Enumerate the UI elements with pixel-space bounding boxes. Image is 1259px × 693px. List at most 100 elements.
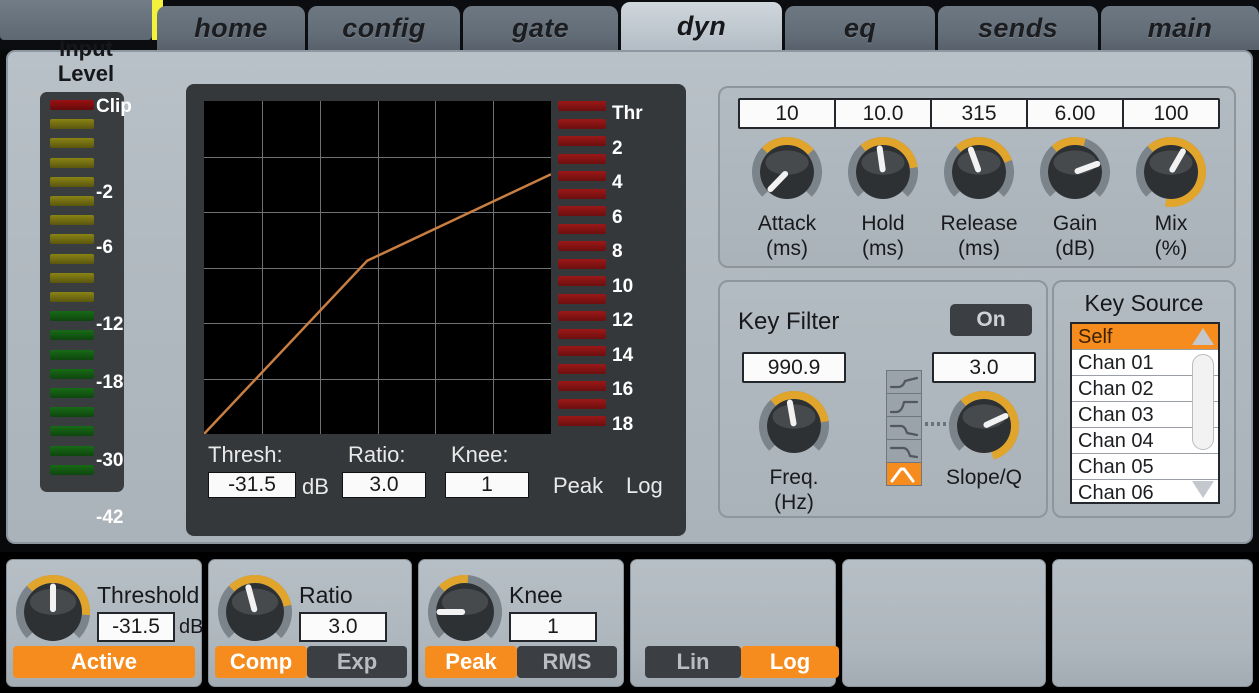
gr-meter-segment bbox=[558, 136, 606, 146]
meter-segment bbox=[50, 350, 94, 360]
dyn-value-release[interactable]: 315 bbox=[930, 98, 1028, 129]
gr-meter-segment bbox=[558, 259, 606, 269]
gr-meter-label: 12 bbox=[612, 310, 633, 332]
meter-scale-label: -18 bbox=[96, 372, 123, 394]
key-slope-label: Slope/Q bbox=[932, 465, 1036, 490]
bottom-cell-empty-5 bbox=[1052, 559, 1253, 687]
gr-meter-segment bbox=[558, 241, 606, 251]
knee-field[interactable]: 1 bbox=[445, 472, 529, 498]
tab-dyn-label: dyn bbox=[677, 11, 726, 42]
gr-meter-segment bbox=[558, 346, 606, 356]
key-slope-knob[interactable] bbox=[948, 390, 1020, 462]
knob-release[interactable] bbox=[943, 136, 1015, 208]
tab-gate[interactable]: gate bbox=[463, 6, 618, 50]
tab-dyn[interactable]: dyn bbox=[621, 2, 782, 50]
key-slope-value[interactable]: 3.0 bbox=[932, 352, 1036, 383]
dyn-label-gain: Gain(dB) bbox=[1026, 211, 1124, 261]
scrollbar-thumb[interactable] bbox=[1192, 354, 1214, 450]
meter-scale-label: Clip bbox=[96, 96, 132, 118]
scroll-down-arrow-icon[interactable] bbox=[1192, 481, 1214, 498]
bottom-knob-threshold[interactable] bbox=[15, 574, 91, 650]
scroll-up-arrow-icon[interactable] bbox=[1192, 328, 1214, 345]
transfer-curve-plot[interactable] bbox=[204, 101, 551, 434]
key-filter-on-button[interactable]: On bbox=[950, 304, 1032, 336]
toggle-lin[interactable]: Lin bbox=[645, 646, 741, 678]
label-line2: (%) bbox=[1122, 236, 1220, 261]
tab-main[interactable]: main bbox=[1101, 6, 1259, 50]
bottom-value-ratio[interactable]: 3.0 bbox=[299, 612, 387, 642]
knob-gain[interactable] bbox=[1039, 136, 1111, 208]
key-source-scrollbar[interactable] bbox=[1190, 326, 1216, 500]
tab-home[interactable]: home bbox=[157, 6, 305, 50]
meter-segment bbox=[50, 177, 94, 187]
gr-meter-segment bbox=[558, 101, 606, 111]
bottom-knob-ratio[interactable] bbox=[217, 574, 293, 650]
filter-shape-low-shelf-icon[interactable] bbox=[887, 371, 921, 394]
filter-shape-low-pass-icon[interactable] bbox=[887, 440, 921, 463]
gr-meter-segment bbox=[558, 381, 606, 391]
knob-attack[interactable] bbox=[751, 136, 823, 208]
toggle-exp[interactable]: Exp bbox=[307, 646, 407, 678]
filter-shape-selector[interactable] bbox=[886, 370, 922, 486]
meter-segment bbox=[50, 215, 94, 225]
key-source-list[interactable]: SelfChan 01Chan 02Chan 03Chan 04Chan 05C… bbox=[1070, 322, 1220, 504]
knob-hold[interactable] bbox=[847, 136, 919, 208]
bottom-knob-knee[interactable] bbox=[427, 574, 503, 650]
gr-meter-label: 6 bbox=[612, 207, 623, 229]
gr-meter-label: 18 bbox=[612, 414, 633, 436]
detector-mode-label[interactable]: Peak bbox=[553, 473, 603, 499]
gr-meter-label: Thr bbox=[612, 103, 643, 125]
label-line2: (dB) bbox=[1026, 236, 1124, 261]
tab-eq[interactable]: eq bbox=[785, 6, 935, 50]
bottom-value-knee[interactable]: 1 bbox=[509, 612, 597, 642]
gr-meter-segment bbox=[558, 119, 606, 129]
scale-mode-label[interactable]: Log bbox=[626, 473, 663, 499]
bottom-title-ratio: Ratio bbox=[299, 582, 353, 609]
meter-scale-label: -30 bbox=[96, 450, 123, 472]
dyn-knob-mix: 100Mix(%) bbox=[1122, 98, 1220, 261]
meter-segment bbox=[50, 465, 94, 475]
key-filter-group: Key Filter On 990.9 Freq. (Hz) 3.0 Slope… bbox=[718, 280, 1048, 518]
tab-config[interactable]: config bbox=[308, 6, 460, 50]
tab-bar: home config gate dyn eq sends main bbox=[0, 0, 1259, 50]
gr-meter-segment bbox=[558, 329, 606, 339]
mixer-channel-screen: home config gate dyn eq sends main Input… bbox=[0, 0, 1259, 693]
gr-meter-segment bbox=[558, 399, 606, 409]
dyn-value-mix[interactable]: 100 bbox=[1122, 98, 1220, 129]
filter-shape-high-pass-icon[interactable] bbox=[887, 394, 921, 417]
bottom-cell-empty-4 bbox=[842, 559, 1046, 687]
toggle-active[interactable]: Active bbox=[13, 646, 195, 678]
dyn-value-gain[interactable]: 6.00 bbox=[1026, 98, 1124, 129]
dyn-value-attack[interactable]: 10 bbox=[738, 98, 836, 129]
bottom-toggle-group: PeakRMS bbox=[425, 646, 617, 678]
knob-mix[interactable] bbox=[1135, 136, 1207, 208]
meter-segment bbox=[50, 273, 94, 283]
toggle-comp[interactable]: Comp bbox=[215, 646, 307, 678]
key-freq-knob[interactable] bbox=[758, 390, 830, 462]
ratio-field[interactable]: 3.0 bbox=[342, 472, 426, 498]
filter-shape-band-peak-icon[interactable] bbox=[887, 463, 921, 486]
bottom-value-threshold[interactable]: -31.5 bbox=[97, 612, 175, 642]
bottom-unit-threshold: dB bbox=[179, 616, 203, 639]
tab-sends[interactable]: sends bbox=[938, 6, 1098, 50]
dyn-value-hold[interactable]: 10.0 bbox=[834, 98, 932, 129]
input-level-title-line2: Level bbox=[36, 61, 136, 86]
toggle-log[interactable]: Log bbox=[741, 646, 839, 678]
label-line2: (ms) bbox=[930, 236, 1028, 261]
meter-segment bbox=[50, 407, 94, 417]
channel-strip-corner-panel bbox=[0, 0, 152, 40]
bottom-title-threshold: Threshold bbox=[97, 582, 199, 609]
key-freq-value[interactable]: 990.9 bbox=[742, 352, 846, 383]
toggle-rms[interactable]: RMS bbox=[517, 646, 617, 678]
dynamics-knob-group: 10Attack(ms)10.0Hold(ms)315Release(ms)6.… bbox=[718, 86, 1236, 268]
meter-segment bbox=[50, 119, 94, 129]
toggle-peak[interactable]: Peak bbox=[425, 646, 517, 678]
bottom-toggle-group: CompExp bbox=[215, 646, 407, 678]
thresh-field[interactable]: -31.5 bbox=[208, 472, 296, 498]
key-freq-control: 990.9 Freq. (Hz) bbox=[742, 352, 846, 515]
meter-scale-label: -42 bbox=[96, 507, 123, 529]
tab-main-label: main bbox=[1148, 13, 1213, 44]
gr-meter-segment bbox=[558, 294, 606, 304]
filter-shape-high-shelf-icon[interactable] bbox=[887, 417, 921, 440]
ratio-label: Ratio: bbox=[348, 442, 405, 468]
